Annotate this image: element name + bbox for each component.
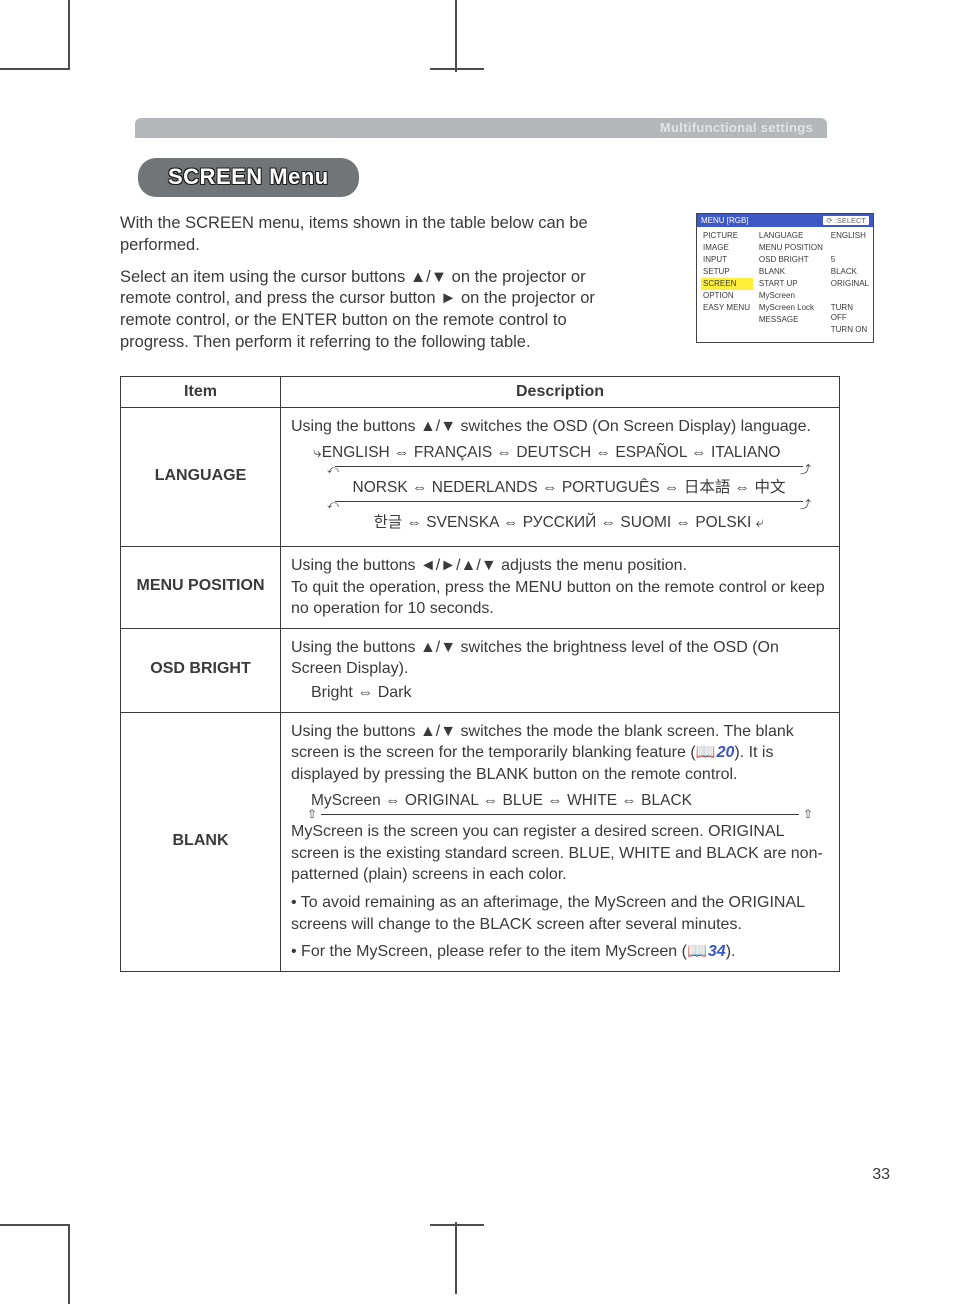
crop-mark bbox=[0, 68, 70, 70]
blank-p1: Using the buttons ▲/▼ switches the mode … bbox=[291, 721, 829, 786]
crop-mark bbox=[0, 1224, 70, 1226]
book-ref-34: 34 bbox=[687, 943, 726, 960]
osd-col3: ENGLISH 5BLACKORIGINAL TURN OFFTURN ON bbox=[831, 230, 869, 336]
settings-table: Item Description LANGUAGE Using the butt… bbox=[120, 376, 840, 972]
menupos-desc: Using the buttons ◄/►/▲/▼ adjusts the me… bbox=[291, 555, 829, 620]
crop-mark bbox=[430, 68, 484, 70]
intro-p2: Select an item using the cursor buttons … bbox=[120, 267, 620, 354]
osd-header-left: MENU [RGB] bbox=[701, 216, 749, 225]
crop-mark bbox=[68, 1224, 70, 1304]
osd-cat-item: IMAGE bbox=[701, 242, 753, 254]
osd-setting-item: MyScreen Lock bbox=[759, 302, 825, 314]
desc-language: Using the buttons ▲/▼ switches the OSD (… bbox=[281, 407, 840, 546]
osd-panel: MENU [RGB] ⟳ :SELECT PICTUREIMAGEINPUTSE… bbox=[696, 213, 874, 343]
osd-header: MENU [RGB] ⟳ :SELECT bbox=[697, 214, 873, 227]
osdbright-cycle: Bright ⇔ Dark bbox=[291, 682, 829, 704]
crop-mark bbox=[430, 1224, 484, 1226]
page: Multifunctional settings ENGLISH SCREEN … bbox=[0, 0, 954, 1294]
blank-cycle: MyScreen ⇔ ORIGINAL ⇔ BLUE ⇔ WHITE ⇔ BLA… bbox=[311, 791, 829, 812]
row-osd-bright: OSD BRIGHT Using the buttons ▲/▼ switche… bbox=[121, 628, 840, 712]
osd-body: PICTUREIMAGEINPUTSETUPSCREENOPTIONEASY M… bbox=[697, 227, 873, 342]
page-title: SCREEN Menu bbox=[168, 164, 329, 189]
osd-setting-item: BLANK bbox=[759, 266, 825, 278]
osd-cat-item: PICTURE bbox=[701, 230, 753, 242]
language-cycle: ⤷ENGLISH ⇔ FRANÇAIS ⇔ DEUTSCH ⇔ ESPAÑOL … bbox=[309, 443, 829, 534]
crop-mark bbox=[455, 1222, 457, 1294]
intro-p1: With the SCREEN menu, items shown in the… bbox=[120, 213, 620, 257]
osd-cat-item: EASY MENU bbox=[701, 302, 753, 314]
th-item: Item bbox=[121, 376, 281, 407]
osd-value-item: BLACK bbox=[831, 266, 869, 278]
osd-cat-item: INPUT bbox=[701, 254, 753, 266]
osd-setting-item: MESSAGE bbox=[759, 314, 825, 326]
desc-menu-position: Using the buttons ◄/►/▲/▼ adjusts the me… bbox=[281, 546, 840, 628]
osd-cat-item: SETUP bbox=[701, 266, 753, 278]
row-blank: BLANK Using the buttons ▲/▼ switches the… bbox=[121, 712, 840, 971]
osd-cat-item: SCREEN bbox=[701, 278, 753, 290]
row-language: LANGUAGE Using the buttons ▲/▼ switches … bbox=[121, 407, 840, 546]
osd-value-item: TURN ON bbox=[831, 324, 869, 336]
osd-setting-item: OSD BRIGHT bbox=[759, 254, 825, 266]
th-desc: Description bbox=[281, 376, 840, 407]
language-lead: Using the buttons ▲/▼ switches the OSD (… bbox=[291, 416, 829, 438]
osd-setting-item: LANGUAGE bbox=[759, 230, 825, 242]
desc-osd-bright: Using the buttons ▲/▼ switches the brigh… bbox=[281, 628, 840, 712]
osd-setting-item: MyScreen bbox=[759, 290, 825, 302]
blank-p3: • To avoid remaining as an afterimage, t… bbox=[291, 892, 829, 935]
blank-p4: • For the MyScreen, please refer to the … bbox=[291, 941, 829, 963]
lang-row2: NORSK ⇔ NEDERLANDS ⇔ PORTUGUÊS ⇔ 日本語 ⇔ 中… bbox=[309, 478, 829, 499]
table-head-row: Item Description bbox=[121, 376, 840, 407]
blank-cycle-bar bbox=[321, 814, 799, 815]
item-menu-position: MENU POSITION bbox=[121, 546, 281, 628]
header-bar: Multifunctional settings bbox=[135, 118, 827, 138]
osd-value-item: ORIGINAL bbox=[831, 278, 869, 290]
intro-text: With the SCREEN menu, items shown in the… bbox=[120, 213, 620, 354]
blank-p2: MyScreen is the screen you can register … bbox=[291, 821, 829, 886]
osd-value-item: 5 bbox=[831, 254, 869, 266]
osd-value-item bbox=[831, 290, 869, 302]
osd-setting-item: START UP bbox=[759, 278, 825, 290]
crop-mark bbox=[68, 0, 70, 70]
header-band: Multifunctional settings bbox=[120, 118, 904, 138]
osd-header-right: ⟳ :SELECT bbox=[823, 216, 869, 225]
book-ref-20: 20 bbox=[696, 744, 735, 761]
osd-col1: PICTUREIMAGEINPUTSETUPSCREENOPTIONEASY M… bbox=[701, 230, 753, 336]
lang-row1: ENGLISH ⇔ FRANÇAIS ⇔ DEUTSCH ⇔ ESPAÑOL ⇔… bbox=[322, 444, 781, 461]
page-title-pill: SCREEN Menu bbox=[138, 158, 359, 197]
osd-setting-item: MENU POSITION bbox=[759, 242, 825, 254]
page-number: 33 bbox=[872, 1166, 890, 1184]
osdbright-lead: Using the buttons ▲/▼ switches the brigh… bbox=[291, 637, 829, 680]
intro-row: With the SCREEN menu, items shown in the… bbox=[120, 213, 904, 354]
item-osd-bright: OSD BRIGHT bbox=[121, 628, 281, 712]
osd-value-item: TURN OFF bbox=[831, 302, 869, 324]
osd-value-item bbox=[831, 242, 869, 254]
osd-col2: LANGUAGEMENU POSITIONOSD BRIGHTBLANKSTAR… bbox=[759, 230, 825, 336]
header-section-label: Multifunctional settings bbox=[660, 120, 813, 135]
item-blank: BLANK bbox=[121, 712, 281, 971]
crop-mark bbox=[455, 0, 457, 72]
osd-value-item: ENGLISH bbox=[831, 230, 869, 242]
item-language: LANGUAGE bbox=[121, 407, 281, 546]
desc-blank: Using the buttons ▲/▼ switches the mode … bbox=[281, 712, 840, 971]
lang-row3: 한글 ⇔ SVENSKA ⇔ РУССКИЙ ⇔ SUOMI ⇔ POLSKI bbox=[374, 514, 752, 531]
row-menu-position: MENU POSITION Using the buttons ◄/►/▲/▼ … bbox=[121, 546, 840, 628]
osd-cat-item: OPTION bbox=[701, 290, 753, 302]
